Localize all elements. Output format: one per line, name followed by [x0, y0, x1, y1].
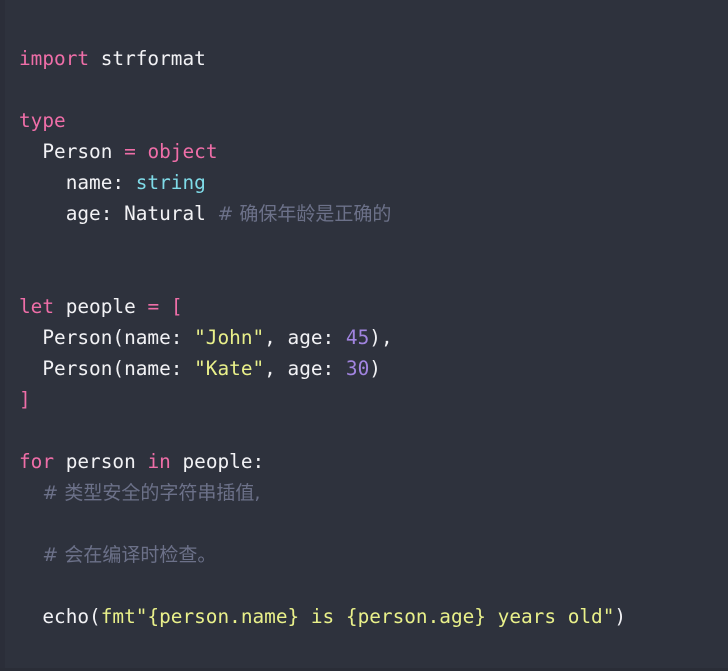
- token-number: 30: [345, 357, 370, 381]
- token-plain: age: Natural: [19, 202, 218, 226]
- token-keyword: type: [19, 109, 66, 133]
- token-plain: , age:: [264, 357, 346, 381]
- token-keyword: let: [19, 295, 55, 319]
- token-plain: name:: [19, 171, 136, 195]
- token-plain: strformat: [89, 47, 206, 71]
- code-line-12: ]: [19, 384, 728, 415]
- token-comment: # 会在编译时检查。: [42, 544, 217, 567]
- token-string: "Kate": [194, 357, 265, 381]
- code-line-5: name: string: [19, 167, 728, 198]
- code-line-6: age: Natural # 确保年龄是正确的: [19, 198, 728, 229]
- token-plain: person: [54, 450, 148, 474]
- code-block[interactable]: import strformat type Person = object nam…: [19, 43, 728, 632]
- token-comment: # 确保年龄是正确的: [217, 203, 392, 226]
- code-line-14: for person in people:: [19, 446, 728, 477]
- code-line-10: Person(name: "John", age: 45),: [19, 322, 728, 353]
- gutter-strip: [0, 0, 5, 671]
- code-line-4: Person = object: [19, 136, 728, 167]
- code-line-15: # 类型安全的字符串插值,: [19, 477, 728, 508]
- token-comment: # 类型安全的字符串插值,: [42, 482, 261, 505]
- code-line-9: let people = [: [19, 291, 728, 322]
- token-plain: , age:: [264, 326, 346, 350]
- token-plain: ): [614, 605, 627, 629]
- code-line-19: echo(fmt"{person.name} is {person.age} y…: [19, 601, 728, 632]
- token-keyword: =: [147, 295, 160, 319]
- token-keyword: =: [124, 140, 136, 164]
- token-string: "John": [194, 326, 265, 350]
- token-plain: people: [54, 295, 148, 319]
- token-plain: ),: [369, 326, 393, 350]
- token-string: fmt"{person.name} is {person.age} years …: [100, 605, 615, 629]
- token-keyword: object: [147, 140, 218, 164]
- token-plain: Person(name:: [19, 326, 195, 350]
- code-line-11: Person(name: "Kate", age: 30): [19, 353, 728, 384]
- token-plain: Person: [19, 140, 125, 164]
- token-plain: people:: [170, 450, 265, 474]
- token-bracket: ]: [19, 388, 31, 412]
- code-line-17: # 会在编译时检查。: [19, 539, 728, 570]
- token-plain: Person(name:: [19, 357, 195, 381]
- token-keyword: for: [19, 450, 55, 474]
- token-builtin: string: [135, 171, 206, 195]
- token-bracket: [: [170, 295, 183, 319]
- token-keyword: in: [147, 450, 171, 474]
- code-line-1: import strformat: [19, 43, 728, 74]
- token-keyword: import: [19, 47, 90, 71]
- token-plain: echo(: [19, 605, 101, 629]
- code-snippet-image: import strformat type Person = object nam…: [0, 0, 728, 671]
- token-number: 45: [345, 326, 370, 350]
- token-plain: ): [369, 357, 381, 381]
- code-line-3: type: [19, 105, 728, 136]
